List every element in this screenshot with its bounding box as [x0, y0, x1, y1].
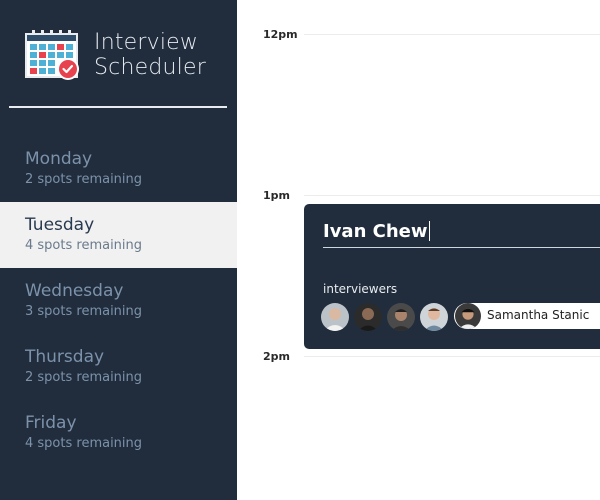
day-spots: 2 spots remaining: [25, 172, 143, 187]
interviewer-avatar[interactable]: [420, 303, 448, 331]
interviewer-avatar: [455, 303, 481, 329]
time-slot-label: 12pm: [263, 28, 298, 41]
app-title-line2: Scheduler: [94, 55, 206, 80]
day-item-tuesday[interactable]: Tuesday 4 spots remaining: [0, 202, 237, 268]
time-slot-line: [304, 195, 600, 196]
day-spots: 2 spots remaining: [25, 370, 143, 385]
day-name: Wednesday: [25, 281, 124, 301]
day-spots: 4 spots remaining: [25, 238, 143, 253]
interviewer-avatar[interactable]: [354, 303, 382, 331]
day-item-thursday[interactable]: Thursday 2 spots remaining: [0, 334, 237, 400]
time-slot-line: [304, 356, 600, 357]
app-title-line1: Interview: [94, 30, 199, 55]
sidebar-divider: [9, 106, 227, 108]
brand: Interview Scheduler: [25, 28, 225, 82]
day-item-friday[interactable]: Friday 4 spots remaining: [0, 400, 237, 466]
appointment-form: Ivan Chew interviewers Samantha Stanic: [304, 204, 600, 349]
sidebar: Interview Scheduler Monday 2 spots remai…: [0, 0, 237, 500]
time-slot-line: [304, 34, 600, 35]
text-cursor: [428, 221, 430, 241]
schedule: 12pm 1pm 2pm Ivan Chew interviewers Sama…: [237, 0, 600, 500]
day-list: Monday 2 spots remaining Tuesday 4 spots…: [0, 136, 237, 466]
time-slot-label: 1pm: [263, 189, 290, 202]
interviewer-avatar[interactable]: [321, 303, 349, 331]
day-name: Thursday: [25, 347, 105, 367]
day-name: Friday: [25, 413, 77, 433]
interviewers-label: interviewers: [323, 282, 398, 296]
day-name: Tuesday: [25, 215, 95, 235]
student-name-input[interactable]: Ivan Chew: [323, 220, 600, 248]
time-slot-label: 2pm: [263, 350, 290, 363]
calendar-check-icon: [25, 28, 81, 82]
day-name: Monday: [25, 149, 93, 169]
interviewer-avatar[interactable]: [387, 303, 415, 331]
app-title: Interview Scheduler: [94, 30, 206, 80]
student-name-text: Ivan Chew: [323, 221, 428, 242]
day-spots: 3 spots remaining: [25, 304, 143, 319]
day-item-wednesday[interactable]: Wednesday 3 spots remaining: [0, 268, 237, 334]
day-spots: 4 spots remaining: [25, 436, 143, 451]
day-item-monday[interactable]: Monday 2 spots remaining: [0, 136, 237, 202]
selected-interviewer-name: Samantha Stanic: [487, 308, 590, 322]
selected-interviewer[interactable]: Samantha Stanic: [454, 303, 600, 329]
